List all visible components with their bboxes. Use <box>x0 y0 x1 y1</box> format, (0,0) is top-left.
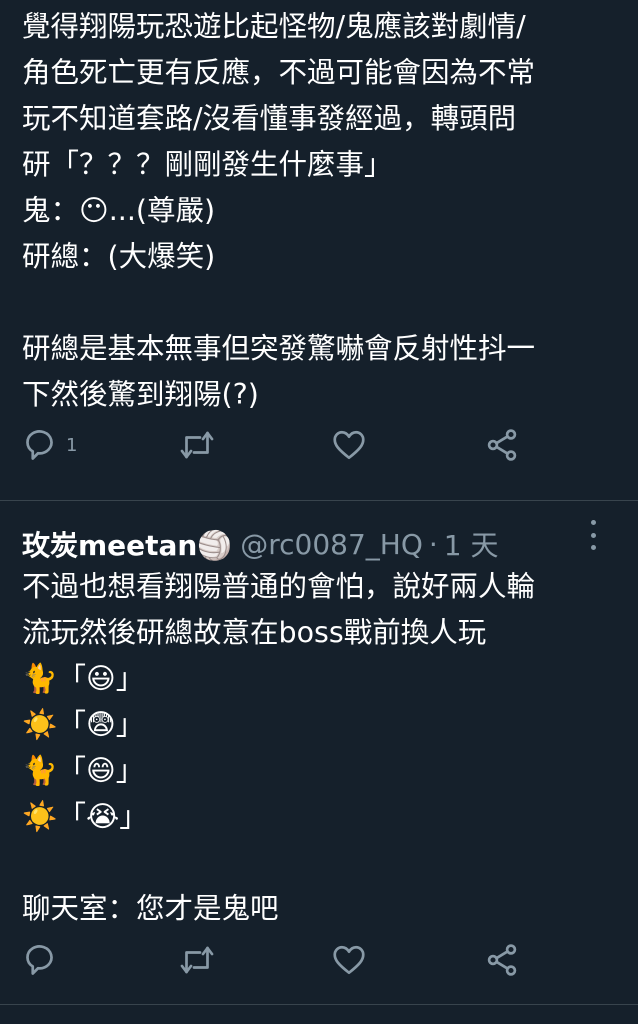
tweet-2-text: 不過也想看翔陽普通的會怕，說好兩人輪 流玩然後研總故意在boss戰前換人玩 🐈「… <box>22 564 622 932</box>
tweet-divider <box>0 1004 638 1005</box>
tweet-line <box>22 280 622 326</box>
tweet-2-header: 玫炭meetan🏐 @rc0087_HQ · 1 天 <box>22 524 499 564</box>
share-icon <box>484 942 520 978</box>
tweet-line: 不過也想看翔陽普通的會怕，說好兩人輪 <box>22 570 536 603</box>
tweet-line <box>22 840 622 886</box>
tweet-line: 下然後驚到翔陽(?) <box>22 378 259 411</box>
tweet-line: ☀️「😨」 <box>22 708 145 741</box>
tweet-1-text: 覺得翔陽玩恐遊比起怪物/鬼應該對劇情/ 角色死亡更有反應，不過可能會因為不常 玩… <box>22 4 622 418</box>
tweet-line: 流玩然後研總故意在boss戰前換人玩 <box>22 616 487 649</box>
tweet-line: 玩不知道套路/沒看懂事發經過，轉頭問 <box>22 102 517 135</box>
tweet-divider <box>0 500 638 501</box>
tweet-1-actions: 1 <box>0 427 638 467</box>
tweet-line: 角色死亡更有反應，不過可能會因為不常 <box>22 56 536 89</box>
retweet-icon <box>178 942 216 978</box>
tweet-2-actions <box>0 942 638 982</box>
share-button[interactable] <box>484 942 520 978</box>
time-separator: · <box>428 527 438 561</box>
share-icon <box>484 427 520 463</box>
more-dots-icon <box>590 520 596 550</box>
tweet-1[interactable]: 覺得翔陽玩恐遊比起怪物/鬼應該對劇情/ 角色死亡更有反應，不過可能會因為不常 玩… <box>0 0 638 500</box>
tweet-line: 研總是基本無事但突發驚嚇會反射性抖一 <box>22 332 536 365</box>
display-name[interactable]: 玫炭meetan🏐 <box>22 524 232 564</box>
reply-button[interactable]: 1 <box>26 427 77 463</box>
retweet-button[interactable] <box>178 427 216 463</box>
reply-icon <box>26 942 62 978</box>
tweet-line: 聊天室：您才是鬼吧 <box>22 892 279 925</box>
reply-button[interactable] <box>26 942 62 978</box>
reply-icon <box>26 427 62 463</box>
tweet-line: 覺得翔陽玩恐遊比起怪物/鬼應該對劇情/ <box>22 10 526 43</box>
user-handle[interactable]: @rc0087_HQ <box>240 528 423 561</box>
like-button[interactable] <box>331 427 367 463</box>
tweet-line: ☀️「😭」 <box>22 800 148 833</box>
like-button[interactable] <box>331 942 367 978</box>
more-options-button[interactable] <box>583 520 603 556</box>
tweet-line: 研總：(大爆笑) <box>22 240 216 273</box>
tweet-line: 🐈「😄」 <box>22 754 145 787</box>
heart-icon <box>331 942 367 978</box>
tweet-timestamp[interactable]: 1 天 <box>444 524 499 564</box>
heart-icon <box>331 427 367 463</box>
reply-count: 1 <box>66 434 78 456</box>
tweet-line: 🐈「😃」 <box>22 662 145 695</box>
tweet-line: 鬼：😶...(尊嚴) <box>22 194 216 227</box>
retweet-icon <box>178 427 216 463</box>
retweet-button[interactable] <box>178 942 216 978</box>
share-button[interactable] <box>484 427 520 463</box>
tweet-line: 研「？？？剛剛發生什麼事」 <box>22 148 393 181</box>
